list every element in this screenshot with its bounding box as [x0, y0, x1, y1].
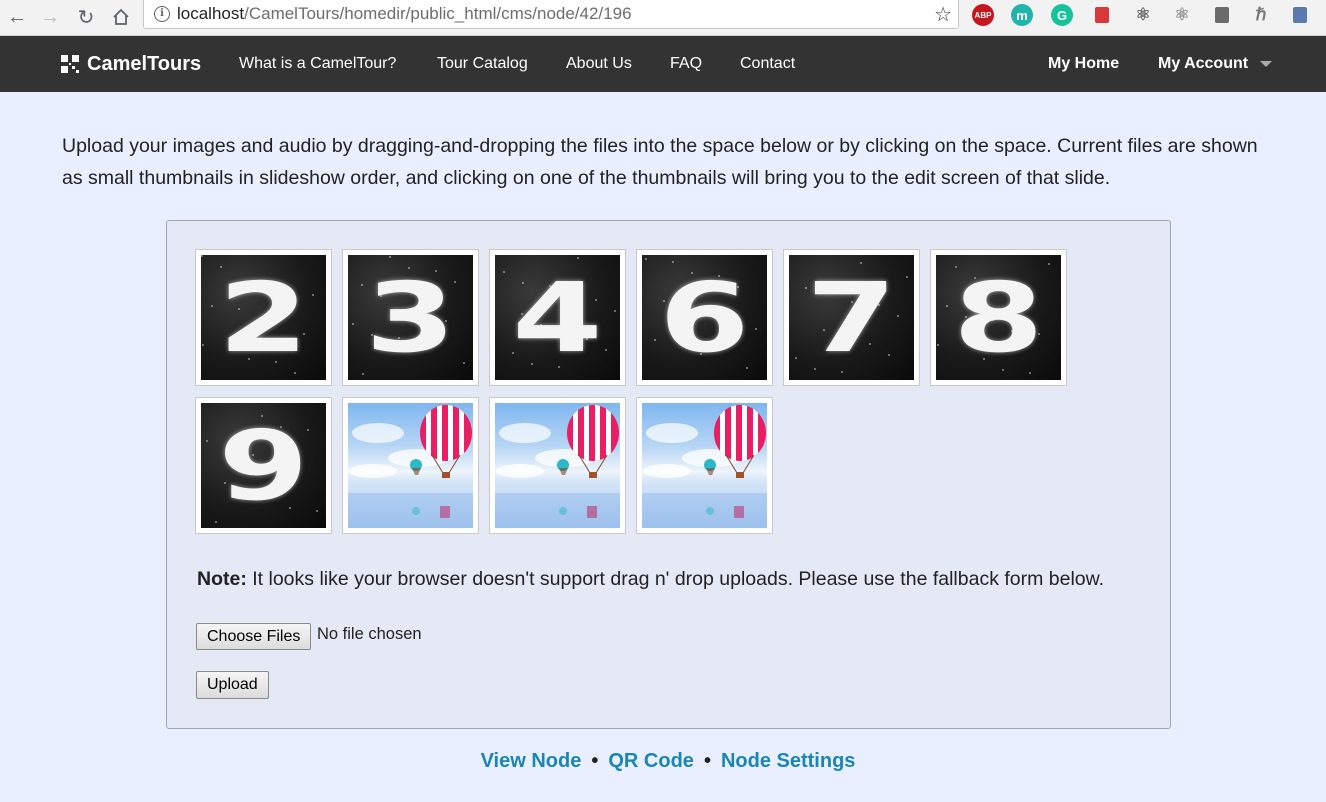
- react-devtools-alt-icon[interactable]: ⚛: [1171, 4, 1193, 26]
- digit-label: 8: [953, 261, 1044, 374]
- address-bar[interactable]: i localhost/CamelTours/homedir/public_ht…: [143, 0, 959, 29]
- hot-air-balloon-icon: [348, 405, 473, 528]
- brand-name: CamelTours: [87, 52, 202, 75]
- slide-thumbnail[interactable]: 4: [489, 249, 626, 386]
- no-file-chosen-text: No file chosen: [317, 625, 422, 643]
- digit-label: 4: [512, 261, 603, 374]
- brand-link[interactable]: CamelTours: [61, 36, 201, 92]
- adblock-icon[interactable]: ABP: [972, 4, 994, 26]
- view-node-link[interactable]: View Node: [481, 750, 582, 772]
- slide-thumbnail[interactable]: 2: [195, 249, 332, 386]
- qr-logo-icon: [61, 55, 79, 73]
- nav-contact[interactable]: Contact: [740, 36, 795, 92]
- footer-links: View Node • QR Code • Node Settings: [0, 750, 1326, 773]
- nav-my-account[interactable]: My Account: [1158, 36, 1273, 92]
- nav-tour-catalog[interactable]: Tour Catalog: [437, 36, 528, 92]
- back-icon[interactable]: ←: [4, 4, 30, 30]
- slide-thumbnail[interactable]: [342, 397, 479, 534]
- mercury-icon[interactable]: m: [1011, 4, 1033, 26]
- balloon-image: [348, 403, 473, 528]
- digit-label: 3: [365, 261, 456, 374]
- upload-dropzone[interactable]: 234678 9: [166, 220, 1171, 729]
- qr-code-link[interactable]: QR Code: [608, 750, 694, 772]
- digit-image: 4: [495, 255, 620, 380]
- forward-icon[interactable]: →: [37, 4, 63, 30]
- h-ext-icon[interactable]: ℏ: [1250, 4, 1272, 26]
- digit-image: 8: [936, 255, 1061, 380]
- digit-label: 6: [659, 261, 750, 374]
- digit-image: 2: [201, 255, 326, 380]
- browser-toolbar: ← → ↻ i localhost/CamelTours/homedir/pub…: [0, 0, 1326, 36]
- slide-thumbnail[interactable]: 6: [636, 249, 773, 386]
- balloon-image: [495, 403, 620, 528]
- reload-icon[interactable]: ↻: [73, 4, 99, 30]
- intro-text: Upload your images and audio by dragging…: [62, 135, 1258, 189]
- url-text: localhost/CamelTours/homedir/public_html…: [177, 4, 632, 23]
- note-text: It looks like your browser doesn't suppo…: [246, 568, 1105, 590]
- digit-image: 6: [642, 255, 767, 380]
- digit-label: 7: [806, 261, 897, 374]
- digit-image: 9: [201, 403, 326, 528]
- choose-files-button[interactable]: Choose Files: [196, 623, 312, 650]
- my-account-label: My Account: [1158, 55, 1249, 72]
- slide-thumbnail[interactable]: 9: [195, 397, 332, 534]
- nav-about-us[interactable]: About Us: [566, 36, 632, 92]
- digit-label: 2: [218, 261, 309, 374]
- digit-label: 9: [218, 409, 309, 522]
- grammarly-icon[interactable]: G: [1051, 4, 1073, 26]
- slide-thumbnail[interactable]: [489, 397, 626, 534]
- home-icon[interactable]: [108, 4, 134, 30]
- hot-air-balloon-icon: [642, 405, 767, 528]
- nav-what-is[interactable]: What is a CamelTour?: [239, 36, 396, 92]
- separator: •: [703, 750, 711, 772]
- slide-thumbnail[interactable]: [636, 397, 773, 534]
- balloon-image: [642, 403, 767, 528]
- nav-faq[interactable]: FAQ: [670, 36, 702, 92]
- site-navbar: CamelTours What is a CamelTour? Tour Cat…: [0, 36, 1326, 92]
- react-devtools-icon[interactable]: ⚛: [1132, 4, 1154, 26]
- separator: •: [591, 750, 599, 772]
- hot-air-balloon-icon: [495, 405, 620, 528]
- bookmark-star-icon[interactable]: ☆: [934, 2, 952, 27]
- nav-my-home[interactable]: My Home: [1048, 36, 1119, 92]
- dragdrop-note: Note: It looks like your browser doesn't…: [197, 568, 1104, 591]
- bookmark-ext-icon[interactable]: [1091, 4, 1113, 26]
- caret-down-icon: [1260, 60, 1273, 67]
- slide-thumbnail[interactable]: 3: [342, 249, 479, 386]
- note-label: Note:: [197, 568, 247, 590]
- slide-thumbnail[interactable]: 7: [783, 249, 920, 386]
- node-settings-link[interactable]: Node Settings: [721, 750, 855, 772]
- slide-thumbnail[interactable]: 8: [930, 249, 1067, 386]
- info-icon[interactable]: i: [154, 6, 170, 22]
- digit-image: 3: [348, 255, 473, 380]
- calendar-ext-icon[interactable]: [1289, 4, 1311, 26]
- upload-button[interactable]: Upload: [196, 671, 269, 699]
- balloon-ext-icon[interactable]: [1211, 4, 1233, 26]
- digit-image: 7: [789, 255, 914, 380]
